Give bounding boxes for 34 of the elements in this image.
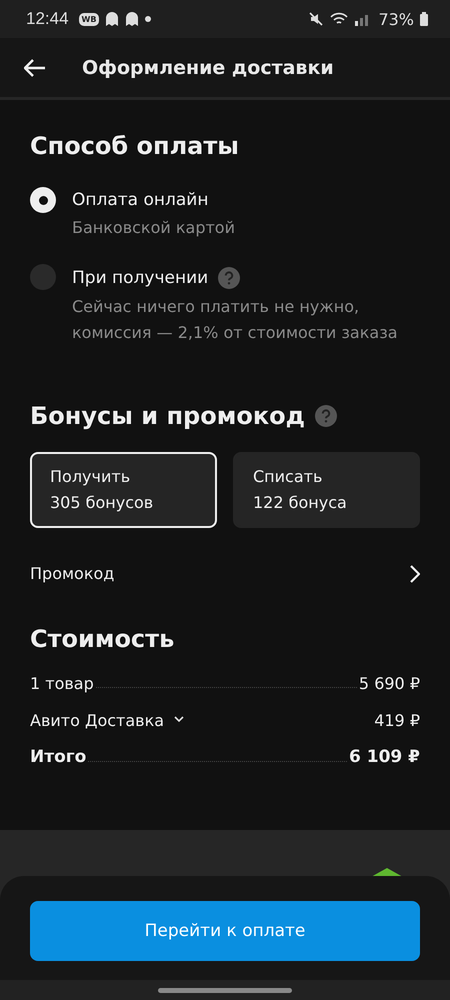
- radio-button[interactable]: [30, 264, 56, 290]
- promo-code-row[interactable]: Промокод: [30, 564, 420, 583]
- back-arrow-icon[interactable]: [24, 58, 46, 76]
- option-hint: Банковской картой: [72, 217, 235, 239]
- help-icon[interactable]: [218, 267, 240, 289]
- section-title: Бонусы и промокод: [30, 402, 305, 430]
- cost-value: 419 ₽: [374, 711, 420, 730]
- ghost-icon: [125, 11, 140, 27]
- section-title: Стоимость: [30, 625, 176, 653]
- bonus-option-card[interactable]: Списать 122 бонуса: [233, 452, 420, 528]
- option-label: Оплата онлайн: [72, 190, 208, 210]
- bonus-option-card[interactable]: Получить 305 бонусов: [30, 452, 217, 528]
- app-badge: WB: [78, 12, 100, 26]
- section-title: Способ оплаты: [30, 132, 240, 160]
- radio-button[interactable]: [30, 187, 56, 213]
- option-hint: Сейчас ничего платить не нужно, комиссия — 2,1% от стоимости заказа: [72, 296, 398, 344]
- help-icon[interactable]: [314, 405, 337, 427]
- battery-percent: 73%: [378, 10, 414, 28]
- battery-icon: [420, 12, 428, 26]
- chevron-down-icon[interactable]: [174, 716, 184, 723]
- cost-label: 1 товар: [30, 674, 94, 693]
- cost-value: 6 109 ₽: [349, 747, 420, 767]
- cost-value: 5 690 ₽: [358, 674, 420, 693]
- home-handle[interactable]: [158, 988, 292, 992]
- cost-label[interactable]: Авито Доставка: [30, 711, 164, 730]
- mute-icon: [308, 11, 324, 27]
- option-label: При получении: [72, 268, 208, 288]
- clock-time: 12:44: [26, 9, 69, 29]
- page-title: Оформление доставки: [82, 56, 334, 78]
- wifi-icon: [330, 12, 348, 26]
- dot-icon: [145, 16, 152, 22]
- ghost-icon: [105, 11, 120, 27]
- chevron-right-icon: [410, 564, 420, 582]
- cost-label: Итого: [30, 747, 86, 767]
